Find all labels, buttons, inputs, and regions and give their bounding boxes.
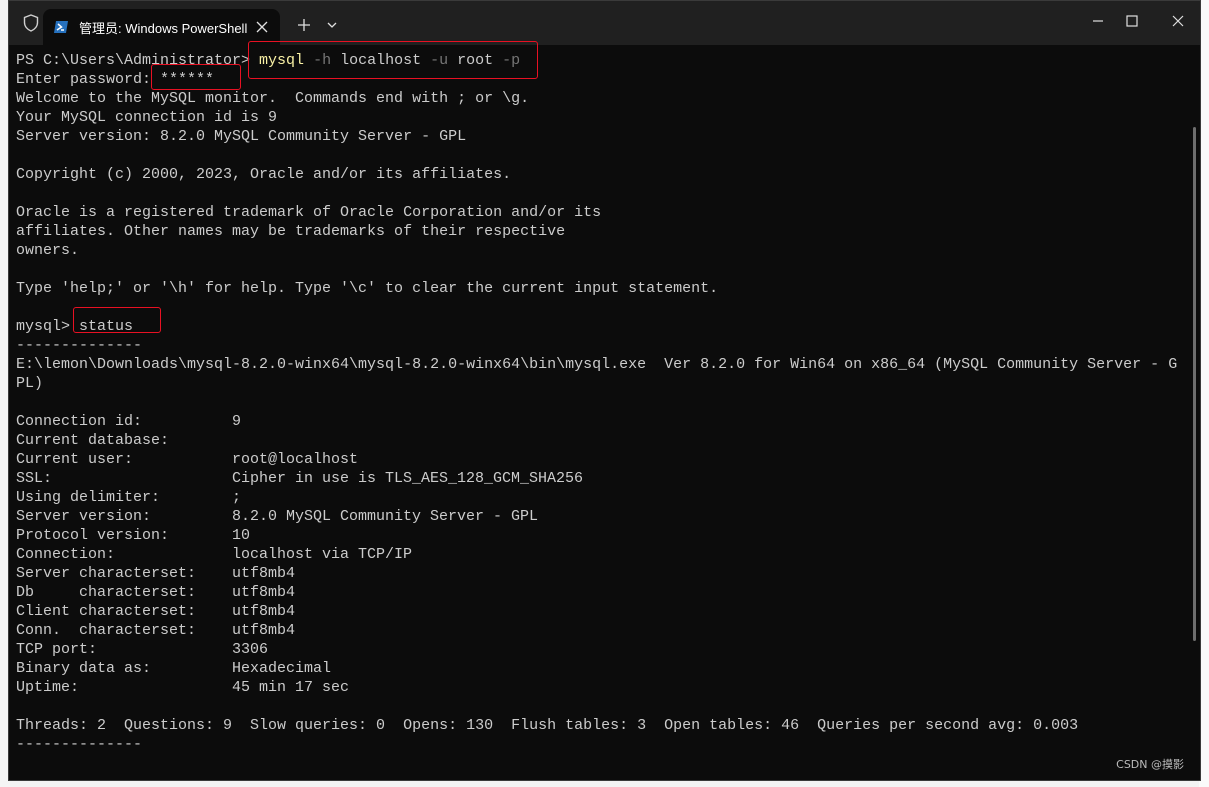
status-value: utf8mb4	[232, 622, 296, 639]
status-value: localhost via TCP/IP	[232, 546, 413, 563]
status-value: 45 min 17 sec	[232, 679, 350, 696]
status-row: Server characterset: utf8mb4	[16, 564, 1188, 583]
status-value: Cipher in use is TLS_AES_128_GCM_SHA256	[232, 470, 584, 487]
status-row: Uptime: 45 min 17 sec	[16, 678, 1188, 697]
status-value: utf8mb4	[232, 584, 296, 601]
maximize-icon[interactable]	[1109, 1, 1155, 41]
welcome-line: Your MySQL connection id is 9	[16, 109, 278, 126]
welcome-line: owners.	[16, 242, 80, 259]
cmd-opt-p: -p	[493, 52, 521, 69]
welcome-line: Welcome to the MySQL monitor. Commands e…	[16, 90, 530, 107]
plus-icon[interactable]	[291, 11, 317, 39]
mysql-prompt: mysql>	[16, 318, 80, 335]
status-command-line: mysql> status	[16, 317, 1188, 336]
status-row: Using delimiter:;	[16, 488, 1188, 507]
exe-line: E:\lemon\Downloads\mysql-8.2.0-winx64\my…	[16, 356, 1178, 373]
password-value: ******	[160, 71, 215, 88]
status-command: status	[79, 318, 134, 335]
cmd-opt-h: -h	[304, 52, 332, 69]
status-value: 10	[232, 527, 251, 544]
command-line: PS C:\Users\Administrator> mysql -h loca…	[16, 51, 1188, 70]
status-key: Conn. characterset:	[16, 622, 197, 639]
status-key: Connection:	[16, 546, 116, 563]
tab-title: 管理员: Windows PowerShell	[79, 20, 248, 36]
status-value: utf8mb4	[232, 603, 296, 620]
status-row: Conn. characterset: utf8mb4	[16, 621, 1188, 640]
status-row: Current database:	[16, 431, 1188, 450]
status-key: Server version:	[16, 508, 152, 525]
status-key: TCP port:	[16, 641, 98, 658]
status-row: Protocol version: 10	[16, 526, 1188, 545]
status-value: 3306	[232, 641, 269, 658]
status-value: utf8mb4	[232, 565, 296, 582]
welcome-line: Copyright (c) 2000, 2023, Oracle and/or …	[16, 166, 512, 183]
scrollbar[interactable]	[1193, 127, 1196, 641]
threads-line: Threads: 2 Questions: 9 Slow queries: 0 …	[16, 717, 1079, 734]
cmd-mysql: mysql	[259, 52, 305, 69]
powershell-window: 管理员: Windows PowerShell PS C:\Users\Admi…	[8, 0, 1201, 781]
welcome-line: Oracle is a registered trademark of Orac…	[16, 204, 602, 221]
status-row: Current user: root@localhost	[16, 450, 1188, 469]
welcome-line	[16, 184, 1188, 203]
welcome-line: affiliates. Other names may be trademark…	[16, 223, 566, 240]
status-key: Server characterset:	[16, 565, 197, 582]
status-key: Client characterset:	[16, 603, 197, 620]
status-key: Using delimiter:	[16, 489, 161, 506]
status-value: 8.2.0 MySQL Community Server - GPL	[232, 508, 539, 525]
separator-end: --------------	[16, 736, 143, 753]
status-row: Connection id: 9	[16, 412, 1188, 431]
password-label: Enter password:	[16, 71, 161, 88]
ps-prompt: PS C:\Users\Administrator>	[16, 52, 260, 69]
status-value: ;	[232, 489, 242, 506]
status-row: Connection: localhost via TCP/IP	[16, 545, 1188, 564]
welcome-line	[16, 260, 1188, 279]
status-row: Binary data as: Hexadecimal	[16, 659, 1188, 678]
welcome-line: Type 'help;' or '\h' for help. Type '\c'…	[16, 280, 719, 297]
exe-line-cont: PL)	[16, 375, 44, 392]
status-key: Current database:	[16, 432, 170, 449]
title-bar[interactable]: 管理员: Windows PowerShell	[9, 1, 1200, 45]
status-row: SSL: Cipher in use is TLS_AES_128_GCM_SHA…	[16, 469, 1188, 488]
watermark: CSDN @摸影	[1116, 758, 1184, 771]
close-icon[interactable]	[248, 13, 276, 41]
welcome-line	[16, 146, 1188, 165]
status-row: Client characterset: utf8mb4	[16, 602, 1188, 621]
password-line: Enter password: ******	[16, 70, 1188, 89]
cmd-opt-u: -u	[421, 52, 449, 69]
status-key: Uptime:	[16, 679, 80, 696]
powershell-icon	[53, 19, 69, 35]
status-value: root@localhost	[232, 451, 359, 468]
welcome-line: Server version: 8.2.0 MySQL Community Se…	[16, 128, 467, 145]
status-row: TCP port: 3306	[16, 640, 1188, 659]
status-key: Connection id:	[16, 413, 143, 430]
cmd-user: root	[448, 52, 494, 69]
status-key: SSL:	[16, 470, 53, 487]
status-row: Db characterset: utf8mb4	[16, 583, 1188, 602]
welcome-line	[16, 298, 1188, 317]
cmd-host: localhost	[331, 52, 422, 69]
status-table: Connection id: 9 Current database: Current …	[16, 412, 1188, 697]
status-row: Server version: 8.2.0 MySQL Community Ser…	[16, 507, 1188, 526]
separator: --------------	[16, 337, 143, 354]
terminal-output[interactable]: PS C:\Users\Administrator> mysql -h loca…	[9, 45, 1188, 780]
status-key: Binary data as:	[16, 660, 152, 677]
status-value: 9	[232, 413, 242, 430]
status-key: Protocol version:	[16, 527, 170, 544]
chevron-down-icon[interactable]	[321, 11, 343, 39]
status-key: Current user:	[16, 451, 134, 468]
status-value: Hexadecimal	[232, 660, 332, 677]
window-close-icon[interactable]	[1155, 1, 1200, 41]
status-key: Db characterset:	[16, 584, 197, 601]
tab-powershell[interactable]: 管理员: Windows PowerShell	[43, 9, 280, 45]
